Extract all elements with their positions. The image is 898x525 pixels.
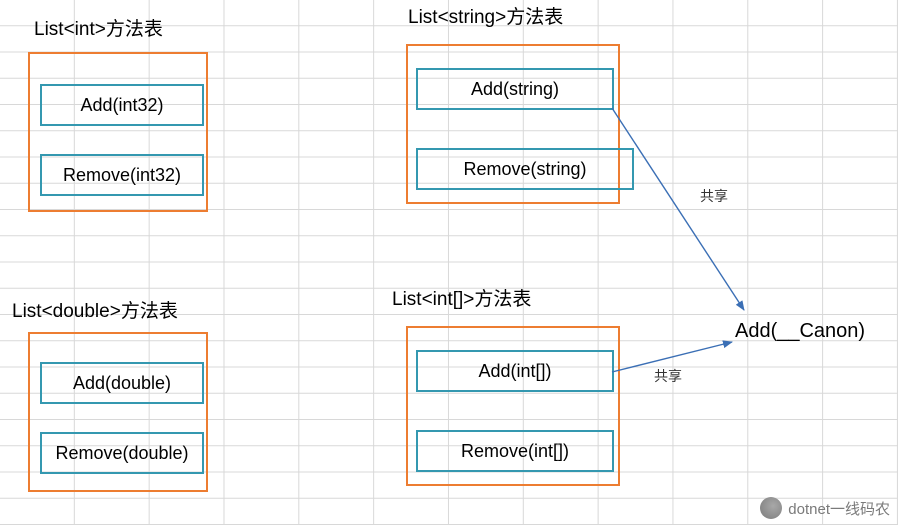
method-add-string: Add(string) xyxy=(416,68,614,110)
share-label-1: 共享 xyxy=(700,186,728,206)
share-label-2: 共享 xyxy=(654,366,682,386)
arrow-string-to-canon xyxy=(612,108,744,310)
title-list-intarr: List<int[]>方法表 xyxy=(392,284,531,311)
watermark-icon xyxy=(760,497,782,519)
title-list-string: List<string>方法表 xyxy=(408,2,563,29)
method-add-intarr: Add(int[]) xyxy=(416,350,614,392)
diagram-canvas: List<int>方法表 Add(int32) Remove(int32) Li… xyxy=(0,0,898,525)
watermark: dotnet一线码农 xyxy=(760,497,890,519)
method-add-int32: Add(int32) xyxy=(40,84,204,126)
method-remove-intarr: Remove(int[]) xyxy=(416,430,614,472)
shared-target: Add(__Canon) xyxy=(735,320,865,343)
watermark-text: dotnet一线码农 xyxy=(788,498,890,519)
method-remove-string: Remove(string) xyxy=(416,148,634,190)
method-remove-int32: Remove(int32) xyxy=(40,154,204,196)
title-list-int: List<int>方法表 xyxy=(34,14,163,41)
method-remove-double: Remove(double) xyxy=(40,432,204,474)
method-add-double: Add(double) xyxy=(40,362,204,404)
title-list-double: List<double>方法表 xyxy=(12,296,178,323)
